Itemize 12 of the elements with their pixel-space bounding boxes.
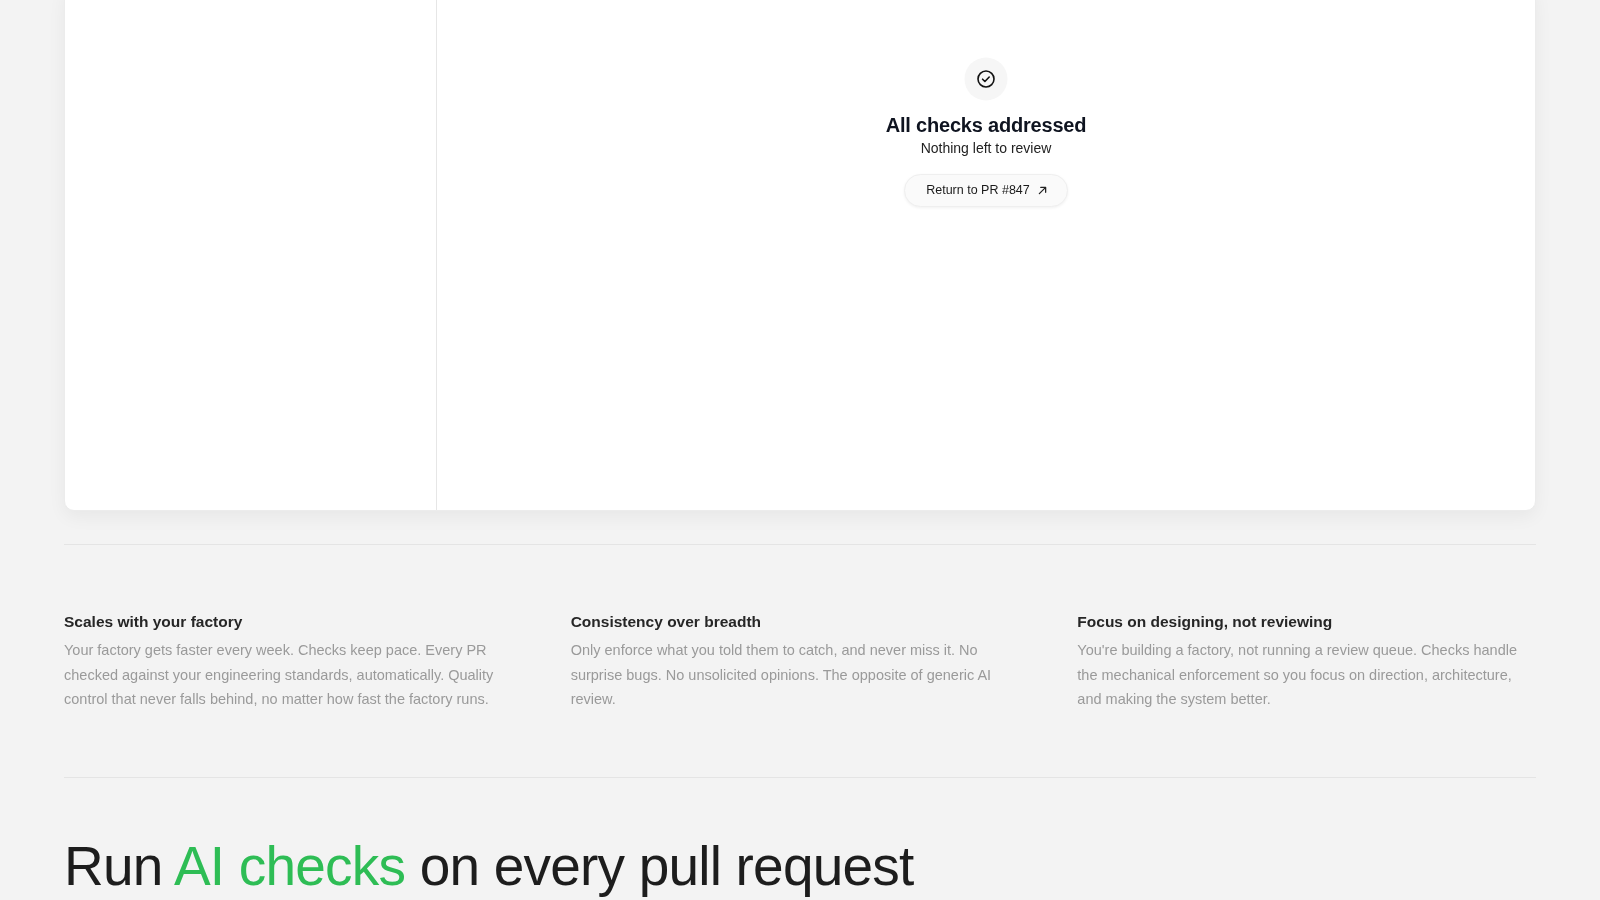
feature-description: You're building a factory, not running a review queue. Checks handle the mechanical enforcement so you focus on direction, architecture, and making the system better.: [1077, 641, 1518, 710]
feature-title: Scales with your factory: [64, 612, 244, 632]
feature-description: Your factory gets faster every week. Checks keep pace. Every PR checked against your engineering standards, automatically. Quality control that never falls behind, no matter how fast the factory runs.: [64, 641, 495, 710]
feature-description: Only enforce what you told them to catch, and never miss it. No surprise bugs. No unsolicited opinions. The opposite of generic AI review.: [570, 641, 993, 710]
empty-state-subtitle: Nothing left to review: [920, 140, 1052, 157]
headline: Run AI checks on every pull request: [64, 835, 915, 897]
arrow-up-right-icon: [1037, 185, 1047, 195]
check-circle-icon: [964, 57, 1008, 101]
return-to-pr-button[interactable]: Return to PR #847: [904, 173, 1068, 207]
empty-state-title: All checks addressed: [885, 113, 1087, 137]
feature-title: Focus on designing, not reviewing: [1077, 612, 1334, 632]
feature-title: Consistency over breadth: [570, 612, 762, 632]
